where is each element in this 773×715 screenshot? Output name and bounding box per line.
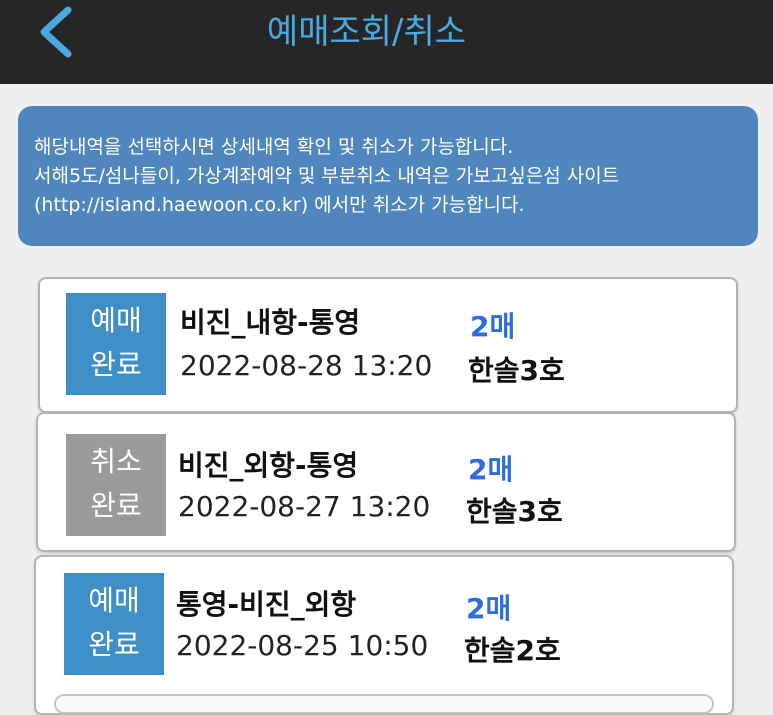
next-card-edge [54,694,714,714]
page-title: 예매조회/취소 [266,12,467,52]
ticket-count: 2매 [466,592,512,625]
app-header: 예매조회/취소 [0,0,773,84]
notice-line-1: 해당내역을 선택하시면 상세내역 확인 및 취소가 가능합니다. [34,136,514,158]
reservation-card[interactable]: 예매 완료 비진_내항-통영 2매 2022-08-28 13:20 한솔3호 [38,277,738,413]
notice-line-2: 서해5도/섬나들이, 가상계좌예약 및 부분취소 내역은 가보고싶은섬 사이트 [34,165,620,187]
ship-name: 한솔3호 [468,354,565,387]
route-label: 비진_내항-통영 [180,306,361,339]
status-label-line-2: 완료 [88,628,140,661]
notice-line-3: (http://island.haewoon.co.kr) 에서만 취소가 가능… [34,194,525,216]
ship-name: 한솔2호 [464,634,561,667]
status-label-line-2: 완료 [90,489,142,522]
status-label-line-2: 완료 [90,348,142,381]
departure-datetime: 2022-08-27 13:20 [178,490,431,523]
route-label: 통영-비진_외항 [176,588,357,621]
route-label: 비진_외항-통영 [178,449,359,482]
status-label-line-1: 예매 [88,584,140,617]
status-label-line-1: 취소 [90,445,142,478]
reservation-card[interactable]: 예매 완료 통영-비진_외항 2매 2022-08-25 10:50 한솔2호 [34,555,734,715]
ticket-count: 2매 [470,310,516,343]
notice-box: 해당내역을 선택하시면 상세내역 확인 및 취소가 가능합니다. 서해5도/섬나… [18,106,758,246]
status-badge: 취소 완료 [66,434,166,536]
ticket-count: 2매 [468,453,514,486]
status-label-line-1: 예매 [90,304,142,337]
ship-name: 한솔3호 [466,495,563,528]
status-badge: 예매 완료 [66,293,166,395]
departure-datetime: 2022-08-28 13:20 [180,349,433,382]
departure-datetime: 2022-08-25 10:50 [176,629,429,662]
reservation-card[interactable]: 취소 완료 비진_외항-통영 2매 2022-08-27 13:20 한솔3호 [36,412,736,552]
status-badge: 예매 완료 [64,573,164,675]
